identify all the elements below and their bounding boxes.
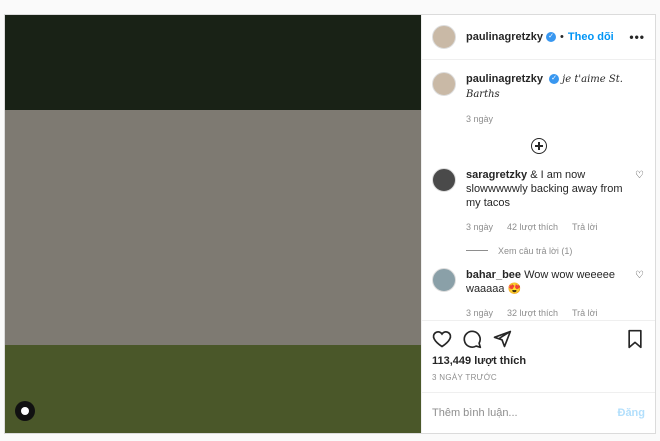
reply-button[interactable]: Trả lời (572, 220, 598, 234)
avatar[interactable] (432, 167, 456, 192)
post-date[interactable]: 3 NGÀY TRƯỚC (432, 373, 645, 382)
post-header: paulinagretzky ✓ • Theo dõi ••• (422, 15, 655, 60)
post-modal: paulinagretzky ✓ • Theo dõi ••• paulinag… (4, 14, 656, 434)
caption-username[interactable]: paulinagretzky (466, 73, 543, 85)
post-image[interactable] (5, 15, 421, 433)
reply-button[interactable]: Trả lời (572, 306, 598, 320)
view-replies-label: Xem câu trả lời (1) (498, 245, 573, 256)
bookmark-icon[interactable] (625, 329, 645, 349)
separator-dot: • (560, 30, 564, 43)
avatar[interactable] (432, 71, 456, 96)
post-sidebar: paulinagretzky ✓ • Theo dõi ••• paulinag… (421, 15, 655, 433)
share-plane-icon[interactable] (492, 329, 512, 349)
caption-row: paulinagretzky ✓ je t'aime St. Barths 3 … (432, 71, 645, 126)
verified-icon: ✓ (549, 73, 560, 84)
follow-button[interactable]: Theo dõi (568, 31, 614, 43)
comment-time[interactable]: 3 ngày (466, 306, 493, 320)
comment-row: saragretzky & I am now slowwwwwly backin… (432, 167, 645, 234)
replies-line (466, 250, 488, 252)
more-options-icon[interactable]: ••• (629, 30, 645, 44)
image-placeholder (5, 15, 421, 433)
add-comment-bar: Đăng (422, 391, 655, 433)
comment-input[interactable] (432, 406, 618, 419)
user-tag-icon[interactable] (15, 401, 35, 421)
verified-icon: ✓ (546, 31, 557, 42)
comment-username[interactable]: bahar_bee (466, 269, 521, 281)
caption-time[interactable]: 3 ngày (466, 112, 493, 126)
like-comment-icon[interactable]: ♡ (635, 170, 645, 181)
comment-time[interactable]: 3 ngày (466, 220, 493, 234)
avatar[interactable] (432, 24, 456, 49)
load-more-comments-icon[interactable] (530, 137, 547, 154)
avatar[interactable] (432, 267, 456, 292)
comment-likes[interactable]: 32 lượt thích (507, 306, 558, 320)
comment-username[interactable]: saragretzky (466, 169, 527, 181)
comments-list: paulinagretzky ✓ je t'aime St. Barths 3 … (422, 60, 655, 320)
like-heart-icon[interactable] (432, 329, 452, 349)
like-count[interactable]: 113,449 lượt thích (432, 355, 645, 367)
comment-likes[interactable]: 42 lượt thích (507, 220, 558, 234)
like-comment-icon[interactable]: ♡ (635, 270, 645, 281)
header-username[interactable]: paulinagretzky (466, 31, 543, 43)
post-actions: 113,449 lượt thích 3 NGÀY TRƯỚC (422, 319, 655, 382)
view-replies-button[interactable]: Xem câu trả lời (1) (466, 246, 645, 256)
comment-bubble-icon[interactable] (462, 329, 482, 349)
comment-row: bahar_bee Wow wow weeeee waaaaa 😍 3 ngày… (432, 267, 645, 320)
post-comment-button[interactable]: Đăng (618, 407, 646, 419)
